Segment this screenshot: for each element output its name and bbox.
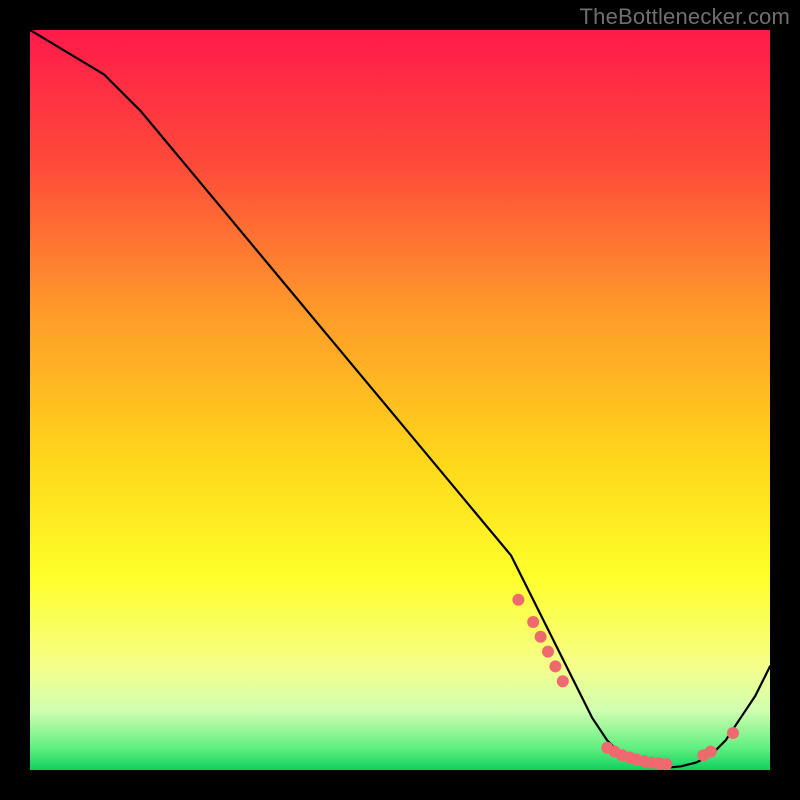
chart-svg	[30, 30, 770, 770]
highlight-marker	[542, 646, 554, 658]
gradient-backdrop	[30, 30, 770, 770]
highlight-marker	[535, 631, 547, 643]
plot-area	[30, 30, 770, 770]
highlight-marker	[549, 660, 561, 672]
watermark-text: TheBottlenecker.com	[580, 4, 790, 30]
highlight-marker	[527, 616, 539, 628]
highlight-marker	[557, 675, 569, 687]
chart-frame: TheBottlenecker.com	[0, 0, 800, 800]
highlight-marker	[705, 746, 717, 758]
highlight-marker	[727, 727, 739, 739]
highlight-marker	[660, 758, 672, 770]
highlight-marker	[512, 594, 524, 606]
